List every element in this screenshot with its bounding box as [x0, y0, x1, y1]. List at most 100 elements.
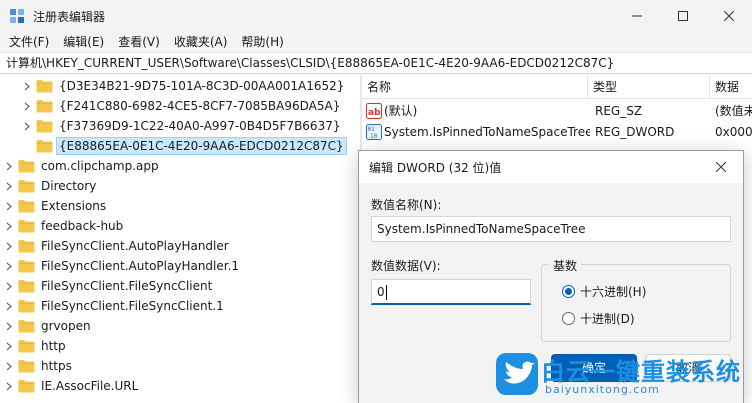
tree-item-label: FileSyncClient.FileSyncClient [41, 279, 213, 293]
tree-item-label: Directory [41, 179, 97, 193]
radio-decimal-indicator[interactable] [562, 311, 575, 325]
base-groupbox [541, 264, 731, 342]
chevron-right-icon[interactable] [4, 341, 14, 351]
minimize-button[interactable] [614, 0, 660, 32]
chevron-right-icon[interactable] [4, 261, 14, 271]
tree-item-label: IE.AssocFile.URL [41, 379, 139, 393]
watermark-text: 白云一键重装系统 [541, 358, 741, 386]
regedit-icon [10, 9, 24, 23]
chevron-right-icon[interactable] [4, 301, 14, 311]
value-name: System.IsPinnedToNameSpaceTree [384, 125, 590, 139]
folder-icon [18, 300, 35, 313]
chevron-right-icon[interactable] [22, 81, 32, 91]
menu-file[interactable]: 文件(F) [2, 32, 56, 52]
tree-item[interactable]: IE.AssocFile.URL [4, 376, 140, 396]
folder-icon [18, 380, 35, 393]
menu-help[interactable]: 帮助(H) [234, 32, 290, 52]
folder-icon [18, 220, 35, 233]
value-data: 0x000 [715, 125, 752, 139]
value-type: REG_DWORD [595, 125, 675, 139]
tree-item[interactable]: {F241C880-6982-4CE5-8CF7-7085BA96DA5A} [22, 96, 342, 116]
folder-icon [36, 140, 53, 153]
address-bar[interactable]: 计算机\HKEY_CURRENT_USER\Software\Classes\C… [0, 52, 752, 74]
value-data-input[interactable]: 0 [371, 279, 531, 305]
tree-item-label: https [41, 359, 72, 373]
menu-bar: 文件(F) 编辑(E) 查看(V) 收藏夹(A) 帮助(H) [0, 32, 752, 52]
title-bar: 注册表编辑器 [0, 0, 752, 32]
svg-text:01: 01 [368, 126, 376, 133]
folder-icon [18, 200, 35, 213]
folder-icon [18, 360, 35, 373]
column-name[interactable]: 名称 [362, 75, 588, 99]
text-caret [385, 285, 387, 300]
tree-item[interactable]: {E88865EA-0E1C-4E20-9AA6-EDCD0212C87C} [22, 136, 347, 156]
value-name-field: System.IsPinnedToNameSpaceTree [371, 216, 731, 242]
maximize-button[interactable] [660, 0, 706, 32]
chevron-right-icon[interactable] [4, 381, 14, 391]
folder-icon [18, 240, 35, 253]
chevron-right-icon[interactable] [4, 281, 14, 291]
menu-edit[interactable]: 编辑(E) [56, 32, 111, 52]
tree-item-label: FileSyncClient.FileSyncClient.1 [41, 299, 224, 313]
tree-item[interactable]: https [4, 356, 74, 376]
chevron-right-icon[interactable] [4, 161, 14, 171]
minimize-icon [632, 15, 642, 17]
value-data: (数值未 [715, 104, 752, 118]
watermark-url: baiyunxitong.com [545, 383, 660, 396]
svg-text:ab: ab [368, 108, 381, 118]
radio-hex-indicator[interactable] [562, 284, 575, 298]
tree-item[interactable]: Extensions [4, 196, 108, 216]
radio-hex[interactable]: 十六进制(H) [562, 282, 646, 300]
folder-icon [18, 280, 35, 293]
tree-item-label: FileSyncClient.AutoPlayHandler.1 [41, 259, 240, 273]
value-name-label: 数值名称(N): [371, 198, 442, 212]
tree-item-label: {F241C880-6982-4CE5-8CF7-7085BA96DA5A} [59, 99, 341, 113]
dialog-title-bar: 编辑 DWORD (32 位)值 [359, 151, 743, 183]
folder-icon [18, 340, 35, 353]
tree-item[interactable]: FileSyncClient.AutoPlayHandler.1 [4, 256, 241, 276]
tree-item[interactable]: feedback-hub [4, 216, 125, 236]
chevron-right-icon[interactable] [4, 181, 14, 191]
tree-item[interactable]: {D3E34B21-9D75-101A-8C3D-00AA001A1652} [22, 76, 346, 96]
registry-tree[interactable]: {D3E34B21-9D75-101A-8C3D-00AA001A1652} {F… [0, 75, 360, 403]
window-title: 注册表编辑器 [33, 10, 106, 24]
tree-item[interactable]: {F37369D9-1C22-40A0-A997-0B4D5F7B6637} [22, 116, 342, 136]
value-data-text: 0 [377, 285, 385, 299]
close-icon [716, 162, 726, 172]
value-row[interactable]: 01 10 System.IsPinnedToNameSpaceTree REG… [362, 122, 752, 142]
menu-favorites[interactable]: 收藏夹(A) [167, 32, 235, 52]
column-type[interactable]: 类型 [588, 75, 710, 99]
chevron-right-icon[interactable] [4, 221, 14, 231]
chevron-right-icon[interactable] [4, 201, 14, 211]
bird-logo-icon [496, 353, 538, 395]
folder-icon [36, 100, 53, 113]
chevron-right-icon[interactable] [4, 321, 14, 331]
menu-view[interactable]: 查看(V) [111, 32, 167, 52]
column-data[interactable]: 数据 [710, 75, 752, 99]
tree-item[interactable]: FileSyncClient.FileSyncClient [4, 276, 214, 296]
value-row[interactable]: ab (默认) REG_SZ (数值未 [362, 101, 752, 121]
chevron-right-icon[interactable] [4, 241, 14, 251]
dialog-close-button[interactable] [699, 151, 743, 183]
folder-icon [36, 80, 53, 93]
maximize-icon [678, 11, 688, 21]
tree-item-label: {D3E34B21-9D75-101A-8C3D-00AA001A1652} [59, 79, 345, 93]
svg-text:10: 10 [370, 133, 378, 140]
tree-item[interactable]: FileSyncClient.FileSyncClient.1 [4, 296, 226, 316]
tree-item[interactable]: FileSyncClient.AutoPlayHandler [4, 236, 231, 256]
folder-icon [36, 120, 53, 133]
tree-item[interactable]: http [4, 336, 68, 356]
radio-decimal[interactable]: 十进制(D) [562, 309, 635, 327]
close-button[interactable] [706, 0, 752, 32]
chevron-right-icon[interactable] [22, 121, 32, 131]
chevron-right-icon[interactable] [4, 361, 14, 371]
chevron-right-icon[interactable] [22, 101, 32, 111]
tree-item[interactable]: com.clipchamp.app [4, 156, 161, 176]
tree-item-label: grvopen [41, 319, 91, 333]
tree-item[interactable]: Directory [4, 176, 98, 196]
value-data-label: 数值数据(V): [371, 259, 441, 273]
list-header: 名称 类型 数据 [362, 75, 752, 99]
close-icon [724, 11, 734, 21]
tree-item[interactable]: grvopen [4, 316, 93, 336]
